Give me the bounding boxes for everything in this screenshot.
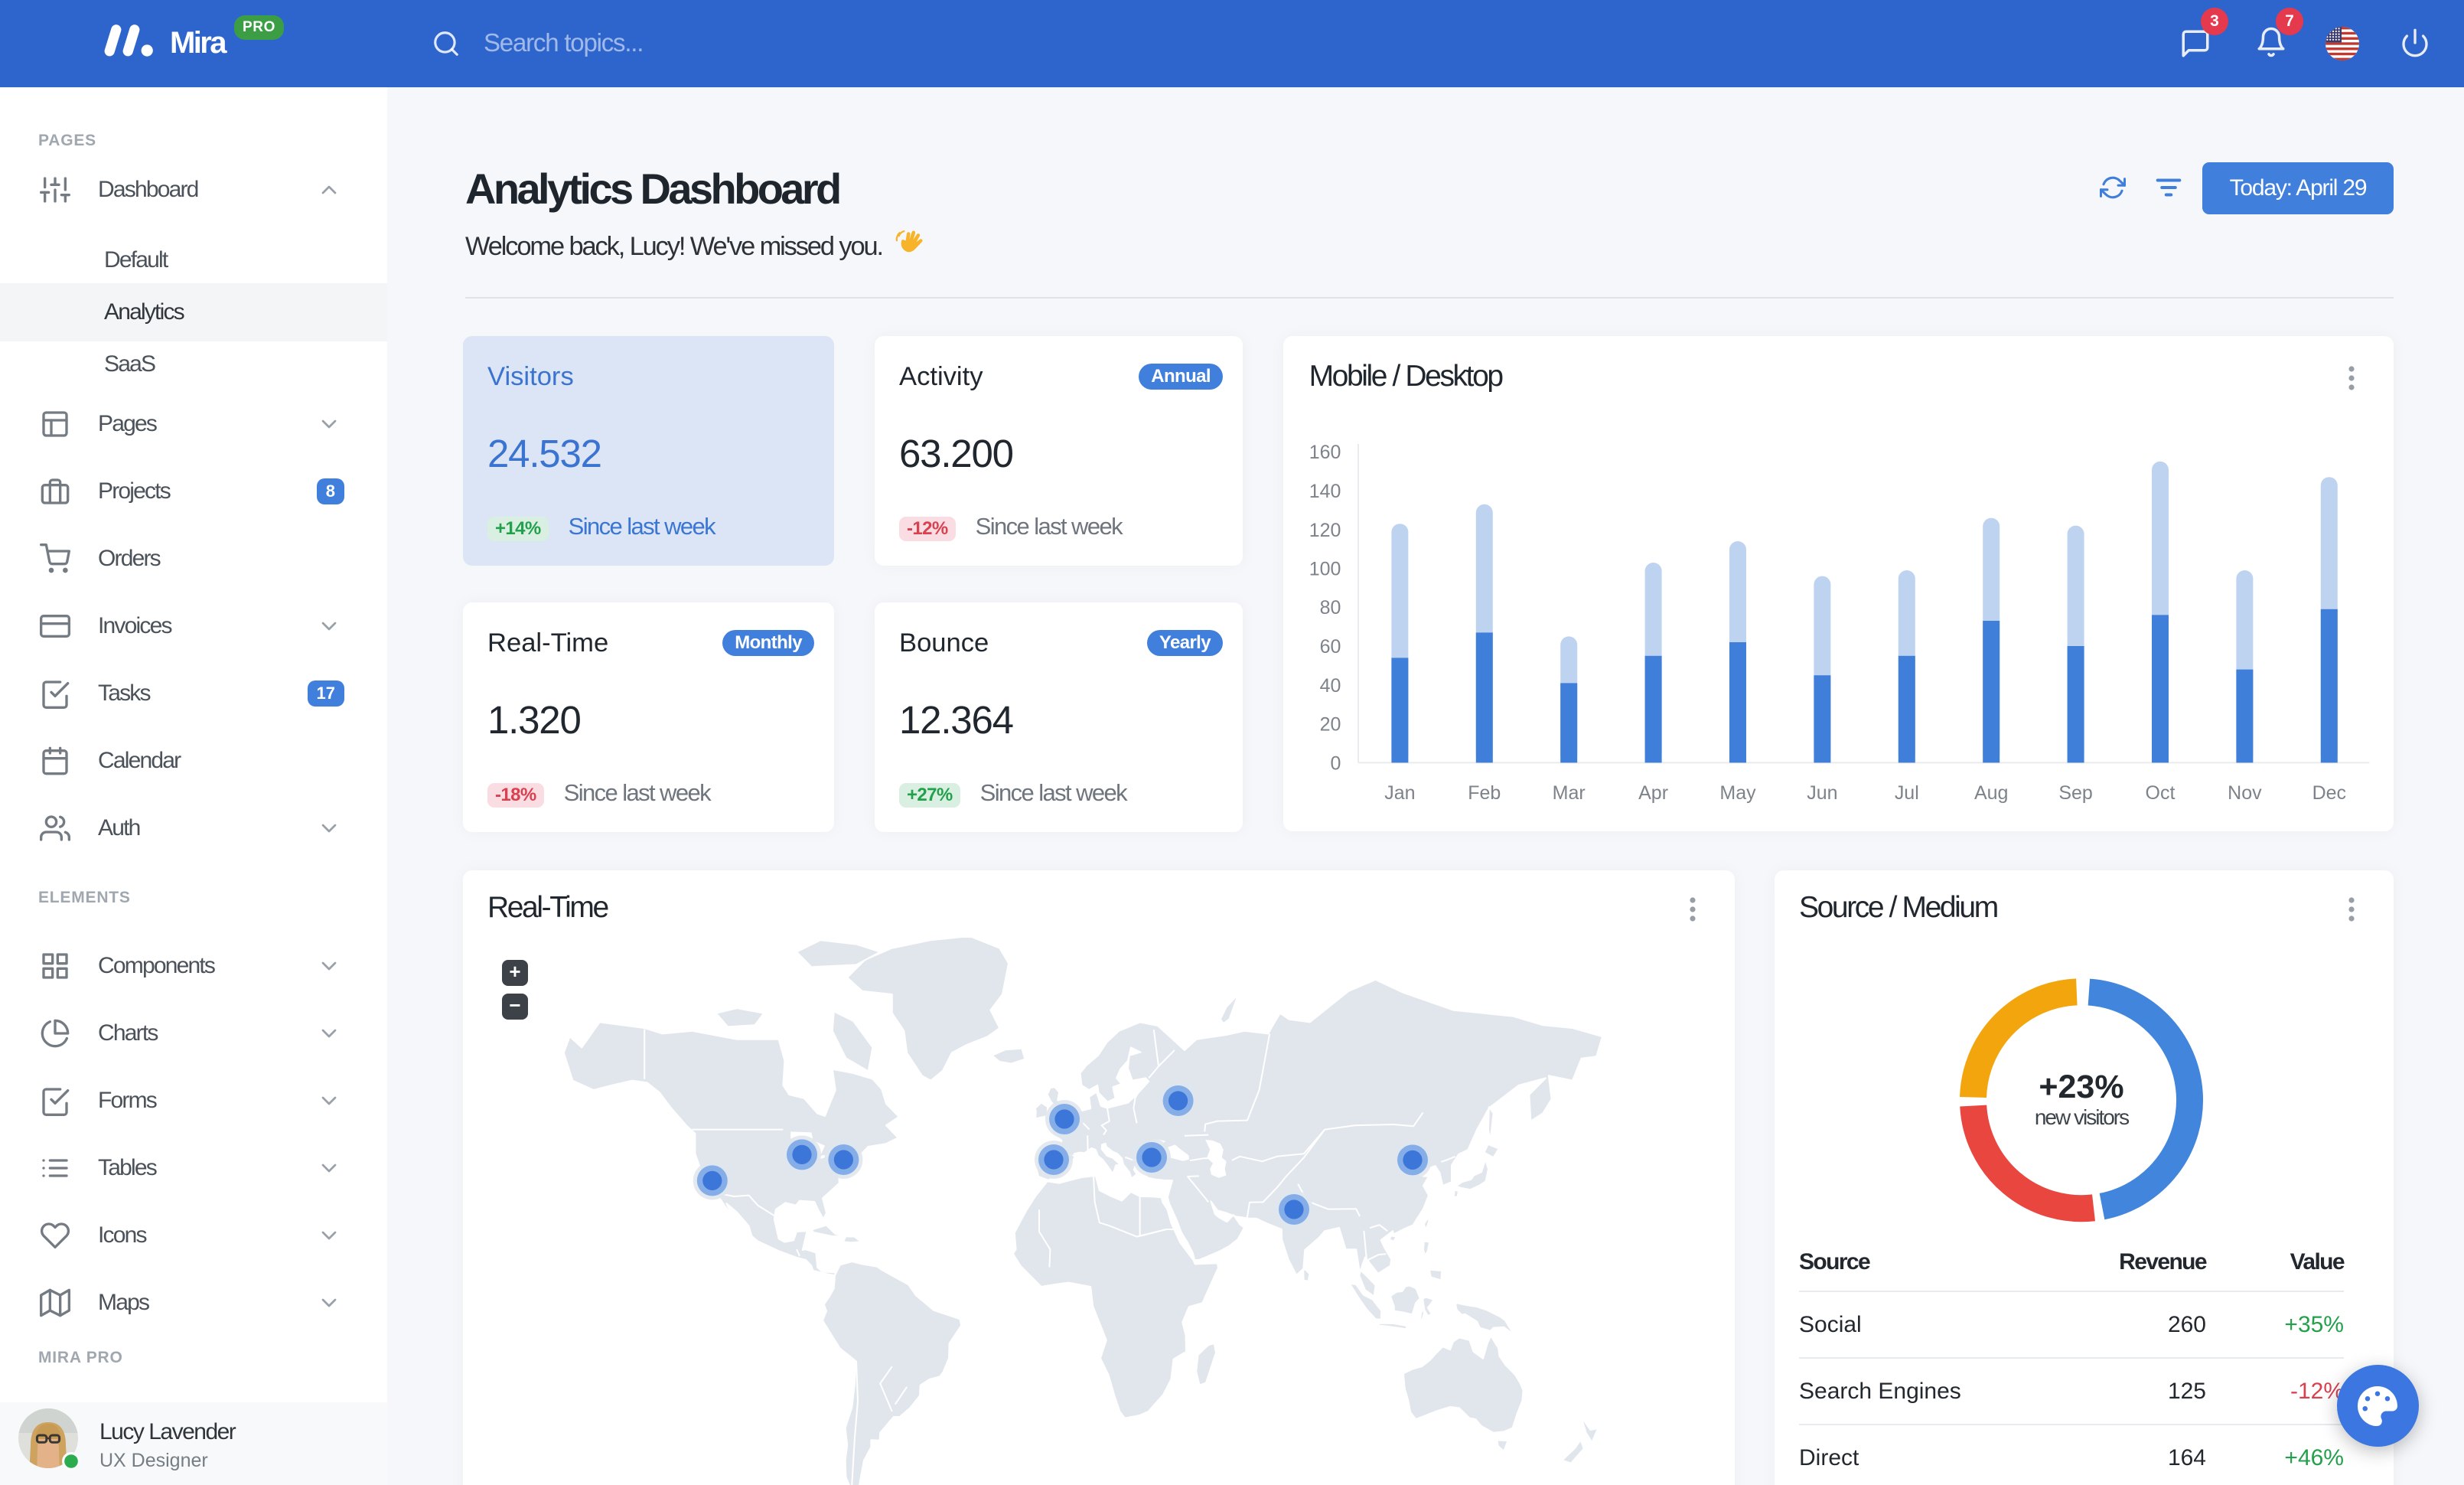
svg-text:Oct: Oct [2145, 782, 2175, 804]
svg-text:160: 160 [1309, 442, 1341, 463]
svg-text:140: 140 [1309, 481, 1341, 502]
svg-text:Jul: Jul [1894, 782, 1918, 804]
svg-text:40: 40 [1319, 675, 1341, 697]
svg-text:Jun: Jun [1807, 782, 1837, 804]
svg-text:Jan: Jan [1384, 782, 1415, 804]
svg-text:120: 120 [1309, 520, 1341, 541]
svg-text:Sep: Sep [2058, 782, 2092, 804]
svg-text:20: 20 [1319, 714, 1341, 736]
svg-text:Apr: Apr [1638, 782, 1668, 804]
svg-text:0: 0 [1330, 752, 1341, 774]
svg-text:Dec: Dec [2312, 782, 2345, 804]
svg-text:60: 60 [1319, 636, 1341, 658]
svg-text:May: May [1719, 782, 1756, 804]
svg-text:80: 80 [1319, 597, 1341, 618]
svg-text:100: 100 [1309, 559, 1341, 580]
svg-text:Aug: Aug [1974, 782, 2008, 804]
svg-text:Mar: Mar [1552, 782, 1585, 804]
svg-text:Feb: Feb [1468, 782, 1501, 804]
svg-text:Nov: Nov [2228, 782, 2262, 804]
